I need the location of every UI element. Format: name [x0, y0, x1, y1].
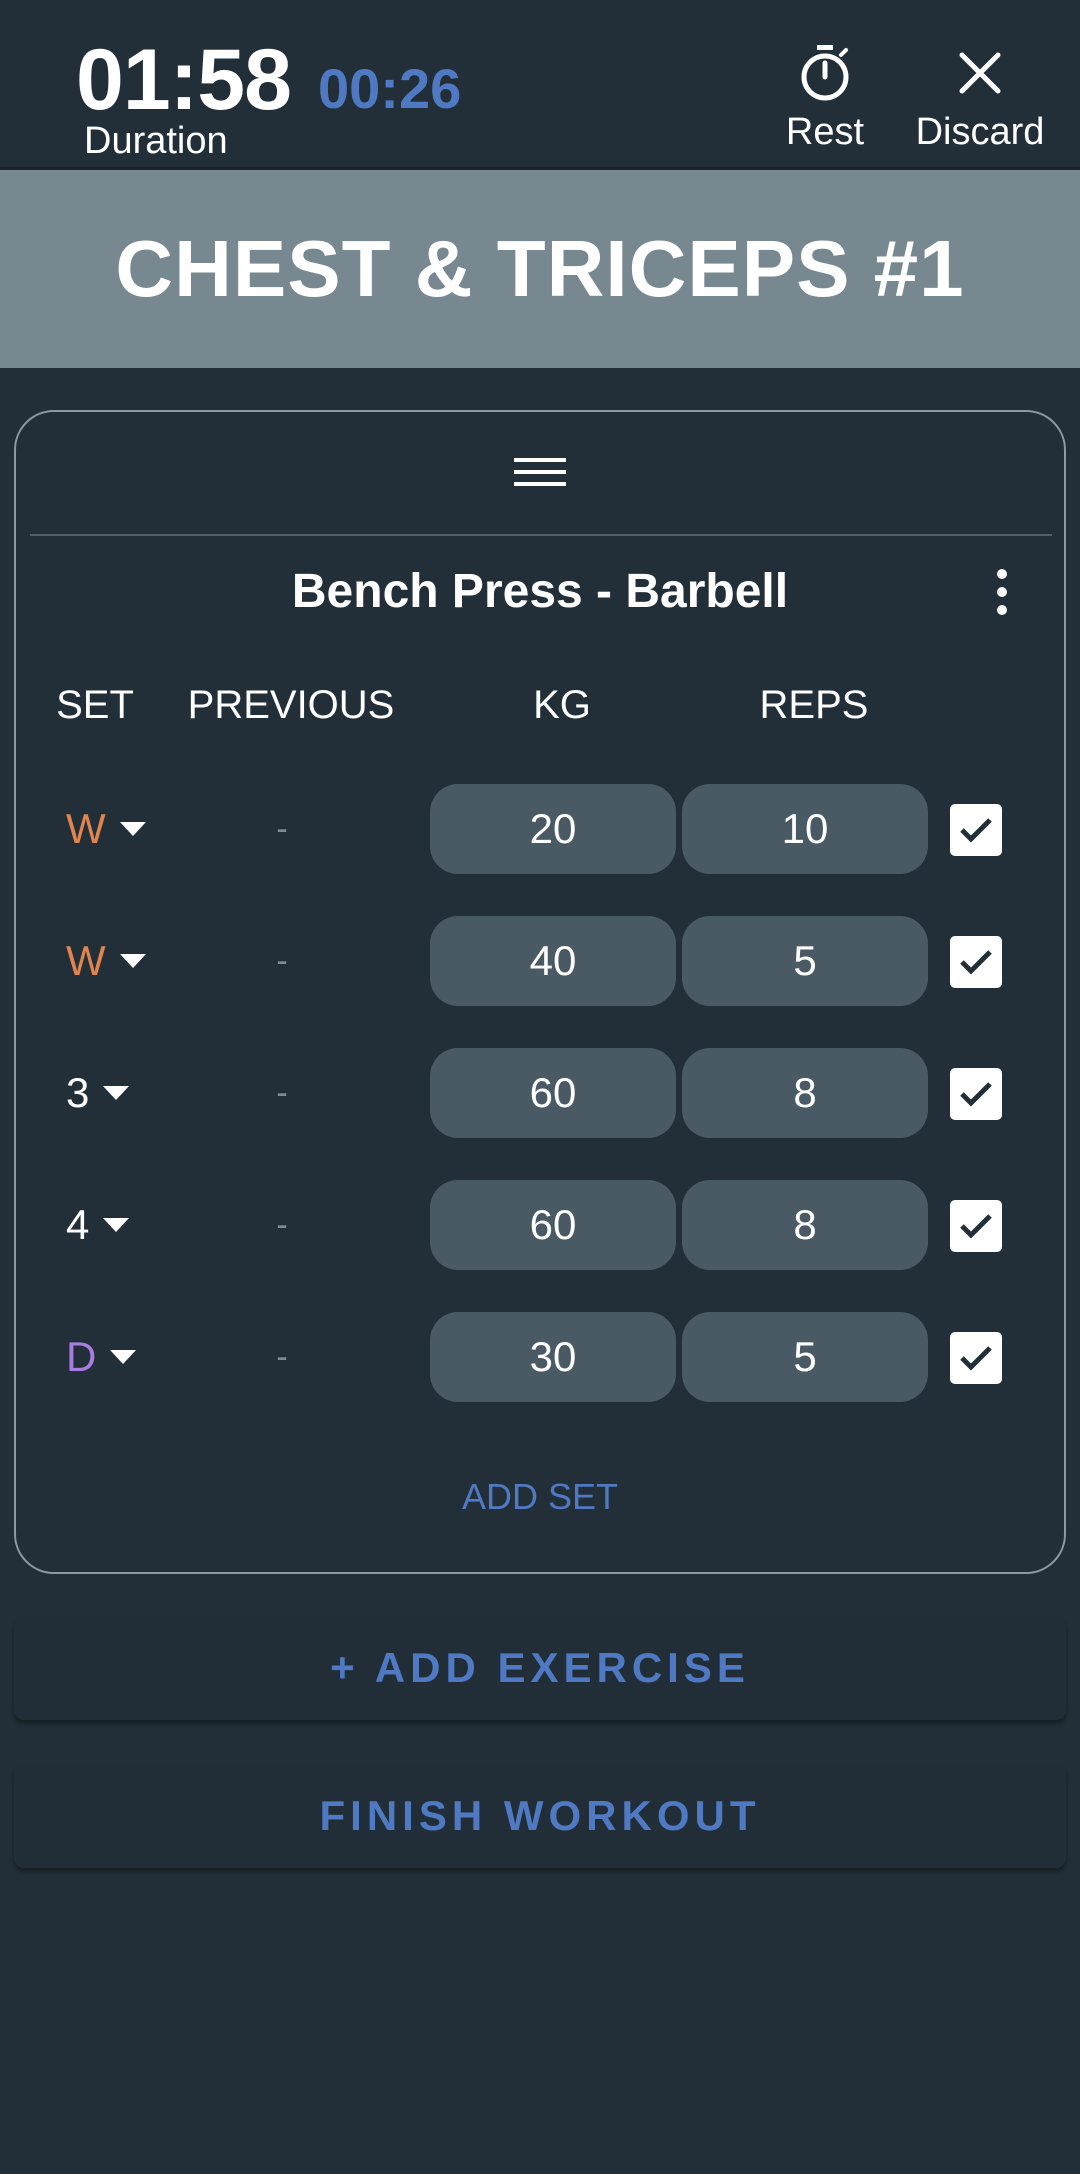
duration-label: Duration [84, 120, 228, 162]
discard-label: Discard [915, 111, 1045, 153]
set-row: 3 - 60 8 [16, 1048, 1064, 1138]
add-set-button[interactable]: ADD SET [16, 1472, 1064, 1522]
stopwatch-icon [801, 45, 849, 101]
column-header-reps: REPS [759, 683, 869, 727]
previous-value: - [276, 1337, 288, 1376]
set-type-selector[interactable]: D [66, 1312, 166, 1402]
reps-input[interactable]: 5 [682, 916, 928, 1006]
rest-countdown-timer[interactable]: 00:26 [318, 54, 461, 124]
set-complete-checkbox[interactable] [950, 1200, 1002, 1252]
reps-input[interactable]: 10 [682, 784, 928, 874]
checkmark-icon [960, 1082, 992, 1107]
set-row: W - 40 5 [16, 916, 1064, 1006]
rest-label: Rest [785, 111, 865, 153]
previous-value: - [276, 1205, 288, 1244]
workout-title: CHEST & TRICEPS #1 [115, 224, 965, 313]
set-type-selector[interactable]: 3 [66, 1048, 166, 1138]
chevron-down-icon [103, 1086, 130, 1100]
discard-button[interactable]: Discard [900, 40, 1060, 158]
set-row: D - 30 5 [16, 1312, 1064, 1402]
card-divider [30, 534, 1052, 536]
reps-input[interactable]: 8 [682, 1048, 928, 1138]
more-vert-icon[interactable] [982, 562, 1022, 622]
rest-button[interactable]: Rest [770, 40, 880, 158]
set-type-label: W [66, 805, 106, 852]
previous-value: - [276, 809, 288, 848]
set-row: W - 20 10 [16, 784, 1064, 874]
checkmark-icon [960, 1214, 992, 1239]
set-complete-checkbox[interactable] [950, 936, 1002, 988]
set-type-label: 3 [66, 1069, 90, 1116]
checkmark-icon [960, 950, 992, 975]
set-row: 4 - 60 8 [16, 1180, 1064, 1270]
chevron-down-icon [119, 822, 146, 836]
chevron-down-icon [119, 954, 146, 968]
chevron-down-icon [103, 1218, 130, 1232]
checkmark-icon [960, 1346, 992, 1371]
finish-workout-button[interactable]: FINISH WORKOUT [14, 1764, 1066, 1868]
exercise-card: Bench Press - Barbell SET PREVIOUS KG RE… [14, 410, 1066, 1574]
checkmark-icon [960, 818, 992, 843]
weight-input[interactable]: 20 [430, 784, 676, 874]
weight-input[interactable]: 40 [430, 916, 676, 1006]
column-header-kg: KG [533, 683, 591, 727]
set-type-label: 4 [66, 1201, 90, 1248]
close-icon [959, 52, 1001, 94]
top-bar: 01:58 00:26 Duration Rest Discard [0, 0, 1080, 170]
set-complete-checkbox[interactable] [950, 1068, 1002, 1120]
weight-input[interactable]: 60 [430, 1180, 676, 1270]
weight-input[interactable]: 60 [430, 1048, 676, 1138]
set-complete-checkbox[interactable] [950, 1332, 1002, 1384]
column-header-set: SET [56, 683, 134, 727]
drag-handle-icon [514, 458, 566, 486]
set-type-label: W [66, 937, 106, 984]
column-header-previous: PREVIOUS [187, 683, 395, 727]
workout-title-banner[interactable]: CHEST & TRICEPS #1 [0, 170, 1080, 368]
set-type-selector[interactable]: W [66, 784, 166, 874]
set-type-selector[interactable]: W [66, 916, 166, 1006]
set-type-label: D [66, 1333, 97, 1380]
reps-input[interactable]: 8 [682, 1180, 928, 1270]
weight-input[interactable]: 30 [430, 1312, 676, 1402]
chevron-down-icon [110, 1350, 137, 1364]
add-exercise-button[interactable]: + ADD EXERCISE [14, 1616, 1066, 1720]
exercise-name[interactable]: Bench Press - Barbell [16, 562, 1064, 622]
previous-value: - [276, 941, 288, 980]
set-complete-checkbox[interactable] [950, 804, 1002, 856]
set-type-selector[interactable]: 4 [66, 1180, 166, 1270]
workout-duration-timer: 01:58 [76, 32, 292, 128]
drag-handle[interactable] [16, 452, 1064, 492]
previous-value: - [276, 1073, 288, 1112]
reps-input[interactable]: 5 [682, 1312, 928, 1402]
